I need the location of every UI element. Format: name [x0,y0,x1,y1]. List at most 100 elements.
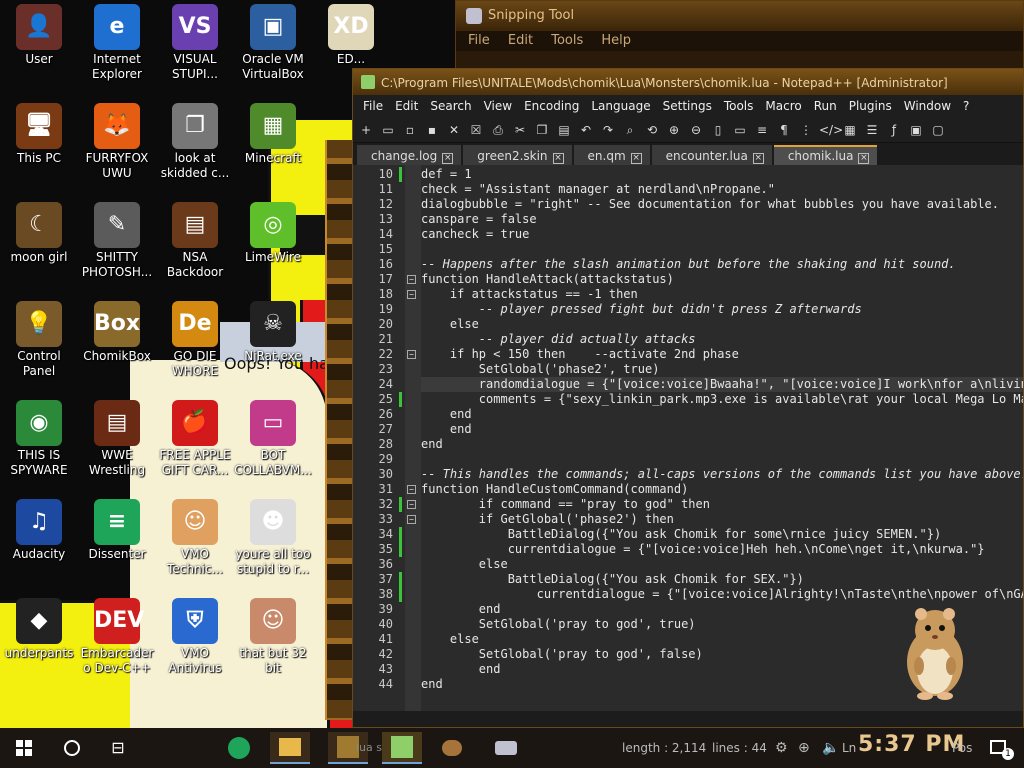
snipping-tool-titlebar[interactable]: Snipping Tool [456,1,1023,31]
desktop-icon[interactable]: ♫ Audacity [0,499,78,562]
redo-icon[interactable]: ↷ [599,121,617,139]
taskbar-clock[interactable]: 5:37 PM [858,732,965,757]
desktop-icon[interactable]: 👤 User [0,4,78,67]
menu-item[interactable]: Plugins [849,99,892,113]
code-line[interactable]: 24 randomdialogue = {"[voice:voice]Bwaah… [379,377,1023,392]
notepad-titlebar[interactable]: C:\Program Files\UNITALE\Mods\chomik\Lua… [353,69,1023,95]
desktop-icon[interactable]: 💡 Control Panel [0,301,78,379]
menu-item[interactable]: Run [814,99,837,113]
code-line[interactable]: 12 dialogbubble = "right" -- See document… [379,197,1023,212]
start-button[interactable] [0,728,48,768]
fold-toggle-icon[interactable]: − [407,485,416,494]
code-line[interactable]: 25 comments = {"sexy_linkin_park.mp3.exe… [379,392,1023,407]
taskbar-snipping-tool[interactable] [486,732,526,764]
desktop-icon[interactable]: 🖥 This PC [0,103,78,166]
fold-toggle-icon[interactable]: − [407,275,416,284]
new-icon[interactable]: + [357,121,375,139]
save-icon[interactable]: ▫ [401,121,419,139]
tab-en-qm[interactable]: en.qm × [573,145,650,165]
paste-icon[interactable]: ▤ [555,121,573,139]
action-center-button[interactable]: 1 [978,728,1018,768]
code-line[interactable]: 27 end [379,422,1023,437]
fold-toggle-icon[interactable]: − [407,500,416,509]
desktop-icon[interactable]: ▭ BOT COLLABVM... [234,400,312,478]
doc-list-icon[interactable]: ☰ [863,121,881,139]
code-line[interactable]: 32 − if command == "pray to god" then [379,497,1023,512]
snipping-tool-window[interactable]: Snipping Tool File Edit Tools Help [455,0,1024,70]
desktop-icon[interactable]: ☺ that but 32 bit [234,598,312,676]
copy-icon[interactable]: ❐ [533,121,551,139]
desktop-icon[interactable]: ▦ Minecraft [234,103,312,166]
wrap-icon[interactable]: ≡ [753,121,771,139]
folder-workspace-icon[interactable]: ▣ [907,121,925,139]
menu-item[interactable]: Search [430,99,471,113]
snip-menu-edit[interactable]: Edit [508,33,533,48]
doc-map-icon[interactable]: ▦ [841,121,859,139]
desktop-icon[interactable]: ▣ Oracle VM VirtualBox [234,4,312,82]
menu-item[interactable]: View [484,99,512,113]
undo-icon[interactable]: ↶ [577,121,595,139]
menu-item[interactable]: Window [904,99,951,113]
code-line[interactable]: 15 [379,242,1023,257]
desktop-icon[interactable]: ☾ moon girl [0,202,78,265]
taskbar-notepad[interactable] [382,732,422,764]
desktop-icon[interactable]: ◉ THIS IS SPYWARE [0,400,78,478]
fold-margin[interactable] [405,165,421,713]
desktop-icon[interactable]: ✎ SHITTY PHOTOSH... [78,202,156,280]
desktop-icon[interactable]: ☻ youre all too stupid to r... [234,499,312,577]
code-line[interactable]: 19 -- player pressed fight but didn't pr… [379,302,1023,317]
desktop-icon[interactable]: ❐ look at skidded c... [156,103,234,181]
code-line[interactable]: 34 BattleDialog({"You ask Chomik for som… [379,527,1023,542]
taskbar-app-mouse[interactable] [432,732,472,764]
show-all-icon[interactable]: ¶ [775,121,793,139]
code-line[interactable]: 18 − if attackstatus == -1 then [379,287,1023,302]
tray-network-icon[interactable]: ⊕ [798,728,810,768]
indent-guide-icon[interactable]: ⋮ [797,121,815,139]
menu-item[interactable]: Language [591,99,650,113]
taskbar-file-explorer[interactable] [270,732,310,764]
code-line[interactable]: 16 -- Happens after the slash animation b… [379,257,1023,272]
monitor-icon[interactable]: ▢ [929,121,947,139]
code-line[interactable]: 37 BattleDialog({"You ask Chomik for SEX… [379,572,1023,587]
desktop-icon[interactable]: De GO DIE WHORE [156,301,234,379]
desktop-icon[interactable]: ◆ underpants [0,598,78,661]
replace-icon[interactable]: ⟲ [643,121,661,139]
desktop-icon[interactable]: ▤ WWE Wrestling [78,400,156,478]
cut-icon[interactable]: ✂ [511,121,529,139]
save-all-icon[interactable]: ▪ [423,121,441,139]
menu-item[interactable]: File [363,99,383,113]
tab-change-log[interactable]: change.log × [357,145,462,165]
desktop-icon[interactable]: ≡ Dissenter [78,499,156,562]
code-line[interactable]: 36 else [379,557,1023,572]
code-line[interactable]: 35 currentdialogue = {"[voice:voice]Heh … [379,542,1023,557]
desktop-icon[interactable]: ▤ NSA Backdoor [156,202,234,280]
menu-item[interactable]: Edit [395,99,418,113]
desktop-icon[interactable]: 🦊 FURRYFOX UWU [78,103,156,181]
find-icon[interactable]: ⌕ [621,121,639,139]
snip-menu-file[interactable]: File [468,33,490,48]
menu-item[interactable]: Macro [765,99,801,113]
tab-green2-skin[interactable]: green2.skin × [463,145,572,165]
desktop-icon[interactable]: 🍎 FREE APPLE GIFT CAR... [156,400,234,478]
tab-close-icon[interactable]: × [858,153,870,164]
snip-menu-tools[interactable]: Tools [551,33,583,48]
tray-app-icon[interactable]: ⚙ [775,728,788,768]
code-line[interactable]: 13 canspare = false [379,212,1023,227]
code-line[interactable]: 14 cancheck = true [379,227,1023,242]
code-line[interactable]: 21 -- player did actually attacks [379,332,1023,347]
desktop-icon[interactable]: VS VISUAL STUPI... [156,4,234,82]
close-all-icon[interactable]: ☒ [467,121,485,139]
fold-toggle-icon[interactable]: − [407,515,416,524]
desktop-icon[interactable]: XD ED... [312,4,390,67]
taskbar-dissenter[interactable] [218,728,260,768]
desktop-icon[interactable]: ☺ VMO Technic... [156,499,234,577]
code-line[interactable]: 30 -- This handles the commands; all-caps… [379,467,1023,482]
tab-close-icon[interactable]: × [630,153,642,164]
menu-item[interactable]: Encoding [524,99,579,113]
print-icon[interactable]: ⎙ [489,121,507,139]
code-line[interactable]: 28 end [379,437,1023,452]
zoom-out-icon[interactable]: ⊖ [687,121,705,139]
function-list-icon[interactable]: ƒ [885,121,903,139]
desktop-icon[interactable]: ⛨ VMO Antivirus [156,598,234,676]
tab-close-icon[interactable]: × [442,153,454,164]
